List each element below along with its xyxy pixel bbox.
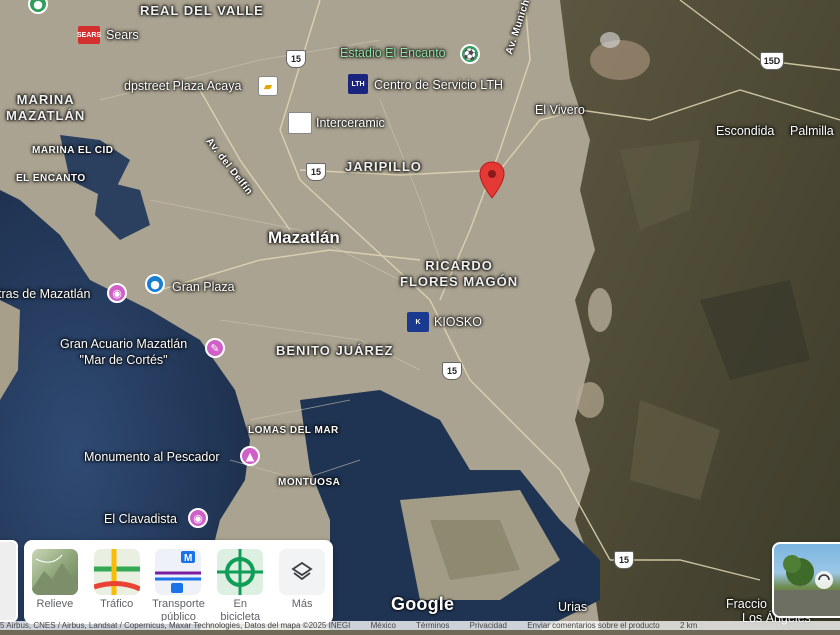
label-el-vivero[interactable]: El Vivero [535,104,585,117]
layers-icon [279,549,326,595]
layer-terrain-button[interactable]: Relieve [26,549,84,611]
label-clavadista[interactable]: El Clavadista [104,513,177,526]
layer-label: Tráfico [100,598,134,610]
satellite-map[interactable]: REAL DEL VALLE MARINA MAZATLÁN MARINA EL… [0,0,840,630]
highway-shield: 15 [442,362,462,380]
google-logo: Google [391,594,455,614]
label-urias[interactable]: Urias [558,601,587,614]
label-ricardo-flores-magon: RICARDO FLORES MAGÓN [400,258,519,289]
label-jaripillo: JARIPILLO [345,159,422,174]
label-interceramic[interactable]: Interceramic [316,117,385,130]
attribution-data: 5 Airbus, CNES / Airbus, Landsat / Coper… [0,621,351,630]
attribution-country[interactable]: México [371,621,396,630]
shopping-plaza-icon[interactable]: ▰ [258,76,278,96]
label-el-encanto: EL ENCANTO [16,173,86,184]
label-kiosko[interactable]: KIOSKO [434,316,482,329]
label-palmilla[interactable]: Palmilla [790,125,834,138]
sears-icon[interactable]: SEARS [77,26,101,44]
street-view-thumbnail[interactable] [772,542,840,618]
label-acuario[interactable]: Gran Acuario Mazatlán "Mar de Cortés" [60,336,187,368]
stadium-icon[interactable]: ⚽ [460,44,480,64]
label-city-mazatlan[interactable]: Mazatlán [268,229,340,246]
label-monumento[interactable]: Monumento al Pescador [84,451,220,464]
layer-more-button[interactable]: Más [273,549,331,611]
label-fraccio[interactable]: Fraccio [726,598,767,611]
monument-icon[interactable]: ▲ [240,446,260,466]
highway-shield: 15 [286,50,306,68]
label-benito-juarez: BENITO JUÁREZ [276,343,394,358]
terms-link[interactable]: Términos [416,621,449,630]
layer-transit-button[interactable]: M Transporte público [149,549,207,624]
label-dpstreet[interactable]: dpstreet Plaza Acaya [124,80,241,93]
svg-text:M: M [184,553,192,564]
camera-icon[interactable]: ◉ [107,283,127,303]
aquarium-icon[interactable]: ✎ [205,338,225,358]
layer-label: Relieve [36,598,74,610]
transit-icon: M [155,549,202,595]
attribution-bar: 5 Airbus, CNES / Airbus, Landsat / Coper… [0,621,840,630]
location-pin-icon[interactable] [479,161,505,199]
label-montuosa: MONTUOSA [278,477,341,488]
label-estadio[interactable]: Estadio El Encanto [340,47,446,60]
traffic-icon [93,549,140,595]
camera-icon[interactable]: ◉ [188,508,208,528]
label-sears[interactable]: Sears [106,29,139,42]
layer-label: Más [291,598,313,610]
label-marina-el-cid: MARINA EL CID [32,145,114,156]
privacy-link[interactable]: Privacidad [470,621,507,630]
label-centro-servicio[interactable]: Centro de Servicio LTH [374,79,503,92]
bike-icon [217,549,264,595]
label-lomas-del-mar: LOMAS DEL MAR [248,425,339,436]
layer-traffic-button[interactable]: Tráfico [88,549,146,611]
highway-shield: 15D [760,52,784,70]
label-real-del-valle: REAL DEL VALLE [140,3,264,18]
kiosko-icon[interactable]: K [407,312,429,332]
highway-shield: 15 [306,163,326,181]
terrain-icon [31,549,78,595]
lth-icon[interactable]: LTH [348,74,368,94]
scale-label[interactable]: 2 km [680,621,697,630]
shopping-bag-icon[interactable]: ● [145,274,165,294]
previous-map-type-button[interactable] [0,540,18,622]
label-gran-plaza[interactable]: Gran Plaza [172,281,235,294]
layers-panel: Relieve Tráfico M Transporte público En … [24,540,333,624]
label-plaza-mazatlan[interactable]: tras de Mazatlán [0,288,90,301]
label-escondida[interactable]: Escondida [716,125,774,138]
highway-shield: 15 [614,551,634,569]
interceramic-icon[interactable] [288,112,312,134]
layer-bike-button[interactable]: En bicicleta [211,549,269,624]
feedback-link[interactable]: Enviar comentarios sobre el producto [527,621,660,630]
label-marina-mazatlan: MARINA MAZATLÁN [6,92,86,123]
